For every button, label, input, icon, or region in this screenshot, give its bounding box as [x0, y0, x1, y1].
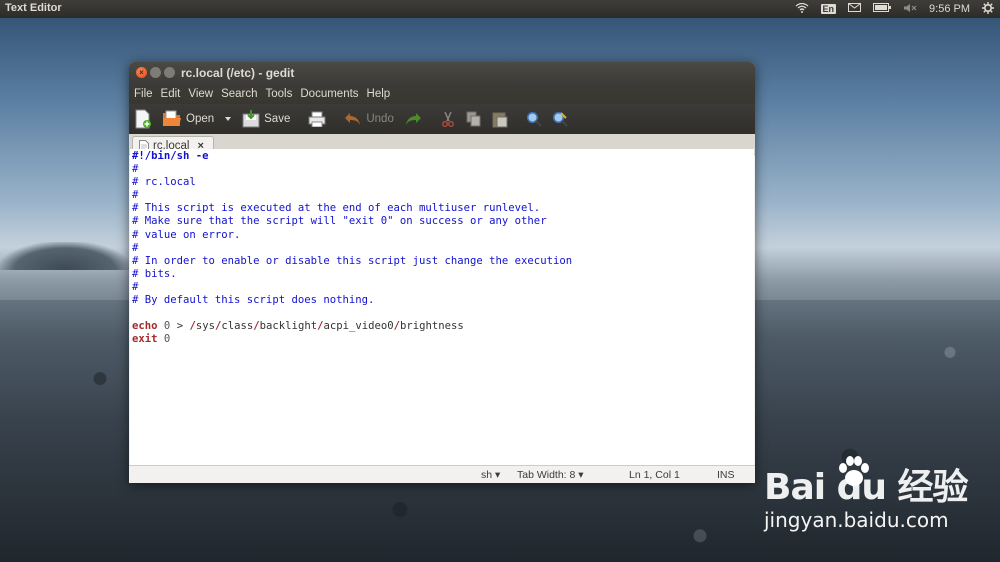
window-close-button[interactable]: ×	[136, 67, 147, 78]
gedit-window: × rc.local (/etc) - gedit File Edit View…	[129, 62, 755, 483]
code-line-14: echo 0 > /sys/class/backlight/acpi_video…	[132, 320, 464, 333]
battery-icon[interactable]	[873, 3, 892, 15]
menu-file[interactable]: File	[134, 88, 153, 100]
menu-view[interactable]: View	[188, 88, 213, 100]
baidu-logo-text: Bai du 经验	[764, 467, 969, 508]
code-line-11: #	[132, 280, 139, 293]
dropdown-arrow-icon: ▾	[495, 469, 501, 481]
dropdown-arrow-icon: ▾	[578, 469, 584, 481]
code-line-15: exit 0	[132, 333, 171, 346]
top-panel: Text Editor En 9:56 PM	[0, 0, 1000, 18]
code-line-7: # value on error.	[132, 228, 241, 241]
open-button[interactable]: Open	[162, 110, 214, 128]
redo-button[interactable]	[404, 112, 422, 126]
volume-muted-icon[interactable]	[903, 3, 917, 16]
keyboard-layout-indicator[interactable]: En	[820, 4, 837, 14]
background-headland	[0, 242, 130, 270]
language-label: sh	[481, 469, 493, 481]
undo-button-label: Undo	[366, 113, 394, 125]
code-line-6: # Make sure that the script will "exit 0…	[132, 215, 547, 228]
find-replace-button[interactable]	[552, 111, 568, 127]
undo-button[interactable]: Undo	[344, 112, 394, 126]
tab-width-label: Tab Width: 8	[517, 469, 576, 481]
code-line-10: # bits.	[132, 267, 177, 280]
baidu-url: jingyan.baidu.com	[764, 508, 949, 532]
redo-arrow-icon	[405, 113, 421, 125]
insert-mode: INS	[717, 469, 735, 481]
text-editor-area[interactable]: #!/bin/sh -e # # rc.local # # This scrip…	[130, 149, 754, 467]
printer-icon	[308, 111, 326, 127]
dropdown-arrow-icon	[225, 117, 232, 121]
language-selector[interactable]: sh ▾	[481, 469, 500, 481]
magnifier-icon	[526, 111, 542, 127]
new-file-icon	[135, 109, 151, 129]
menu-documents[interactable]: Documents	[300, 88, 358, 100]
window-titlebar[interactable]: × rc.local (/etc) - gedit	[129, 62, 755, 84]
mail-icon[interactable]	[848, 3, 862, 15]
menu-edit[interactable]: Edit	[161, 88, 181, 100]
menu-tools[interactable]: Tools	[266, 88, 293, 100]
panel-app-title: Text Editor	[5, 2, 62, 14]
find-replace-icon	[552, 111, 568, 127]
code-line-12: # By default this script does nothing.	[132, 294, 375, 307]
print-button[interactable]	[308, 111, 326, 127]
code-line-3: # rc.local	[132, 176, 196, 189]
code-line-2: #	[132, 163, 139, 176]
menu-search[interactable]: Search	[221, 88, 257, 100]
code-line-8: #	[132, 241, 139, 254]
open-recent-dropdown[interactable]	[224, 116, 232, 122]
cursor-position: Ln 1, Col 1	[629, 469, 680, 481]
settings-gear-icon[interactable]	[982, 1, 994, 17]
menubar: File Edit View Search Tools Documents He…	[129, 84, 755, 104]
statusbar: sh ▾ Tab Width: 8 ▾ Ln 1, Col 1 INS	[129, 465, 755, 483]
panel-clock[interactable]: 9:56 PM	[929, 3, 970, 15]
copy-button[interactable]	[466, 111, 482, 127]
open-button-label: Open	[186, 113, 215, 125]
cut-button[interactable]	[440, 111, 456, 127]
code-line-4: #	[132, 189, 139, 202]
copy-icon	[466, 111, 481, 127]
baidu-watermark: Bai du 经验 jingyan.baidu.com	[764, 456, 969, 532]
save-icon	[242, 110, 260, 128]
tab-width-selector[interactable]: Tab Width: 8 ▾	[517, 469, 584, 481]
undo-arrow-icon	[345, 113, 361, 125]
panel-indicators: En 9:56 PM	[795, 0, 994, 18]
find-button[interactable]	[526, 111, 542, 127]
code-line-5: # This script is executed at the end of …	[132, 202, 541, 215]
toolbar: Open Save Undo	[129, 104, 755, 134]
save-button[interactable]: Save	[242, 110, 290, 128]
menu-help[interactable]: Help	[367, 88, 391, 100]
open-folder-icon	[163, 110, 181, 126]
code-line-9: # In order to enable or disable this scr…	[132, 254, 573, 267]
new-document-button[interactable]	[134, 109, 152, 129]
wifi-icon[interactable]	[795, 2, 809, 16]
window-minimize-button[interactable]	[150, 67, 161, 78]
paste-button[interactable]	[492, 111, 508, 128]
window-title: rc.local (/etc) - gedit	[181, 66, 295, 80]
scissors-icon	[441, 111, 454, 127]
clipboard-icon	[492, 112, 508, 127]
window-maximize-button[interactable]	[164, 67, 175, 78]
code-line-1: #!/bin/sh -e	[132, 150, 209, 162]
save-button-label: Save	[264, 113, 291, 125]
